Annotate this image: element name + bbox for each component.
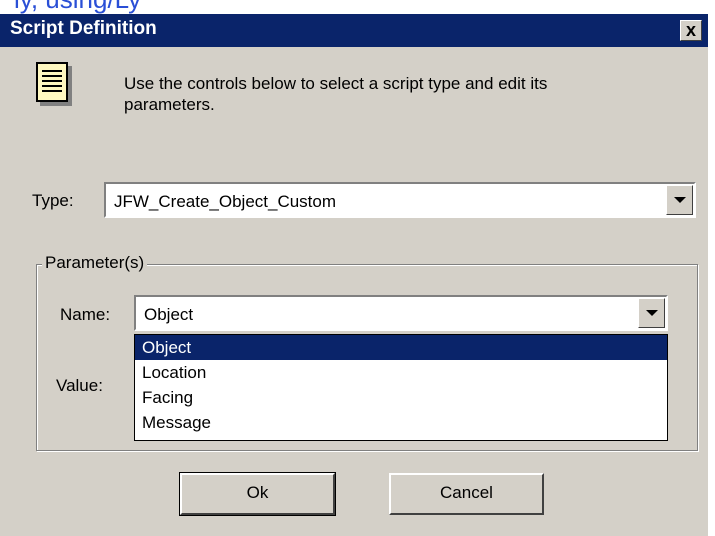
value-label: Value: — [56, 376, 103, 395]
list-item-location[interactable]: Location — [135, 360, 667, 385]
type-dropdown-button[interactable] — [666, 185, 693, 215]
name-label: Name: — [60, 305, 111, 324]
intro-line-2: parameters. — [124, 95, 215, 114]
list-item-object[interactable]: Object — [135, 335, 667, 360]
intro-text: Use the controls below to select a scrip… — [124, 73, 684, 115]
type-dropdown[interactable]: JFW_Create_Object_Custom — [104, 182, 696, 218]
partial-link-text: ly, using/Ly — [14, 0, 141, 14]
name-dropdown[interactable]: Object — [134, 295, 668, 331]
cancel-button[interactable]: Cancel — [389, 473, 544, 515]
type-dropdown-value: JFW_Create_Object_Custom — [114, 192, 337, 211]
background-partial-text-strip: ly, using/Ly — [0, 0, 715, 14]
parameters-group-legend: Parameter(s) — [42, 253, 148, 273]
name-dropdown-list[interactable]: Object Location Facing Message — [134, 334, 668, 441]
notepad-icon — [36, 62, 72, 106]
list-item-facing[interactable]: Facing — [135, 385, 667, 410]
name-dropdown-value: Object — [144, 305, 194, 324]
intro-line-1: Use the controls below to select a scrip… — [124, 74, 548, 93]
ok-button[interactable]: Ok — [179, 472, 336, 516]
chevron-down-icon — [674, 197, 686, 203]
close-icon: x — [685, 20, 696, 40]
script-definition-dialog: Script Definition x Use the controls bel… — [0, 14, 708, 536]
chevron-down-icon — [646, 310, 658, 316]
close-button[interactable]: x — [680, 20, 702, 41]
type-label: Type: — [32, 191, 74, 210]
list-item-message[interactable]: Message — [135, 410, 667, 435]
dialog-title: Script Definition — [10, 18, 157, 39]
title-bar[interactable]: Script Definition x — [0, 14, 708, 47]
name-dropdown-button[interactable] — [638, 298, 665, 328]
background-edge — [708, 14, 715, 536]
